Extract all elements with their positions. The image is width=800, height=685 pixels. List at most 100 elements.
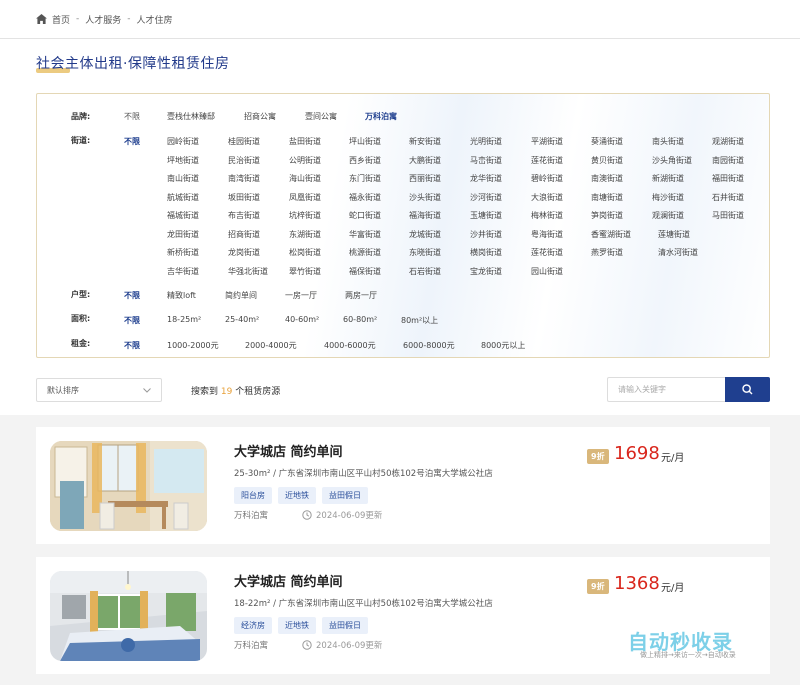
street-option[interactable]: 龙岗街道 — [228, 247, 260, 258]
rent-option[interactable]: 4000-6000元 — [324, 340, 376, 351]
street-option[interactable]: 福城街道 — [167, 210, 199, 221]
street-option[interactable]: 观湖街道 — [712, 136, 744, 147]
area-option[interactable]: 25-40m² — [225, 315, 259, 324]
street-option[interactable]: 蛇口街道 — [349, 210, 381, 221]
street-option[interactable]: 西丽街道 — [409, 173, 441, 184]
street-option[interactable]: 公明街道 — [289, 155, 321, 166]
brand-option-selected[interactable]: 万科泊寓 — [365, 111, 397, 122]
street-option[interactable]: 马田街道 — [712, 210, 744, 221]
room-type-filter-all[interactable]: 不限 — [124, 290, 140, 301]
street-option[interactable]: 黄贝街道 — [591, 155, 623, 166]
search-button[interactable] — [725, 377, 770, 402]
rent-option[interactable]: 8000元以上 — [481, 340, 525, 351]
street-option[interactable]: 沙头街道 — [409, 192, 441, 203]
area-option[interactable]: 80m²以上 — [401, 315, 438, 326]
home-icon[interactable] — [36, 14, 47, 24]
street-option[interactable]: 坂田街道 — [228, 192, 260, 203]
street-option[interactable]: 梅沙街道 — [652, 192, 684, 203]
room-type-option[interactable]: 简约单间 — [225, 290, 257, 301]
street-option[interactable]: 南山街道 — [167, 173, 199, 184]
area-filter-all[interactable]: 不限 — [124, 315, 140, 326]
street-option[interactable]: 龙城街道 — [409, 229, 441, 240]
street-option[interactable]: 新安街道 — [409, 136, 441, 147]
street-option[interactable]: 莲塘街道 — [658, 229, 690, 240]
street-option[interactable]: 福保街道 — [349, 266, 381, 277]
street-option[interactable]: 东晓街道 — [409, 247, 441, 258]
listing-photo[interactable] — [50, 571, 207, 661]
street-option[interactable]: 吉华街道 — [167, 266, 199, 277]
street-option[interactable]: 招商街道 — [228, 229, 260, 240]
street-option[interactable]: 大浪街道 — [531, 192, 563, 203]
street-option[interactable]: 石井街道 — [712, 192, 744, 203]
street-option[interactable]: 大鹏街道 — [409, 155, 441, 166]
street-option[interactable]: 华强北街道 — [228, 266, 268, 277]
street-option[interactable]: 梅林街道 — [531, 210, 563, 221]
brand-option[interactable]: 壹栈仕林臻邸 — [167, 111, 215, 122]
street-option[interactable]: 新桥街道 — [167, 247, 199, 258]
brand-filter-all[interactable]: 不限 — [124, 111, 140, 122]
street-option[interactable]: 清水河街道 — [658, 247, 698, 258]
brand-option[interactable]: 壹间公寓 — [305, 111, 337, 122]
street-option[interactable]: 南澳街道 — [591, 173, 623, 184]
street-option[interactable]: 龙华街道 — [470, 173, 502, 184]
street-option[interactable]: 海山街道 — [289, 173, 321, 184]
street-option[interactable]: 莲花街道 — [531, 155, 563, 166]
street-option[interactable]: 东湖街道 — [289, 229, 321, 240]
street-option[interactable]: 燕罗街道 — [591, 247, 623, 258]
street-option[interactable]: 石岩街道 — [409, 266, 441, 277]
room-type-option[interactable]: 精致loft — [167, 290, 196, 301]
street-option[interactable]: 香蜜湖街道 — [591, 229, 631, 240]
street-option[interactable]: 马峦街道 — [470, 155, 502, 166]
rent-option[interactable]: 6000-8000元 — [403, 340, 455, 351]
listing-photo[interactable] — [50, 441, 207, 531]
street-option[interactable]: 凤凰街道 — [289, 192, 321, 203]
street-option[interactable]: 南头街道 — [652, 136, 684, 147]
street-option[interactable]: 民治街道 — [228, 155, 260, 166]
area-option[interactable]: 60-80m² — [343, 315, 377, 324]
street-option[interactable]: 西乡街道 — [349, 155, 381, 166]
street-option[interactable]: 宝龙街道 — [470, 266, 502, 277]
area-option[interactable]: 40-60m² — [285, 315, 319, 324]
area-option[interactable]: 18-25m² — [167, 315, 201, 324]
street-option[interactable]: 福田街道 — [712, 173, 744, 184]
street-option[interactable]: 布吉街道 — [228, 210, 260, 221]
rent-option[interactable]: 2000-4000元 — [245, 340, 297, 351]
street-option[interactable]: 华富街道 — [349, 229, 381, 240]
street-option[interactable]: 翠竹街道 — [289, 266, 321, 277]
listing-title[interactable]: 大学城店 简约单间 — [234, 571, 343, 590]
street-option[interactable]: 沙头角街道 — [652, 155, 692, 166]
street-option[interactable]: 光明街道 — [470, 136, 502, 147]
street-option[interactable]: 东门街道 — [349, 173, 381, 184]
listing-card[interactable]: 大学城店 简约单间 25-30m² / 广东省深圳市南山区平山村50栋102号泊… — [36, 427, 770, 544]
street-option[interactable]: 桂园街道 — [228, 136, 260, 147]
street-option[interactable]: 碧岭街道 — [531, 173, 563, 184]
street-option[interactable]: 坑梓街道 — [289, 210, 321, 221]
street-option[interactable]: 龙田街道 — [167, 229, 199, 240]
search-input[interactable]: 请输入关键字 — [607, 377, 725, 402]
street-option[interactable]: 南湾街道 — [228, 173, 260, 184]
street-option[interactable]: 福永街道 — [349, 192, 381, 203]
street-option[interactable]: 新湖街道 — [652, 173, 684, 184]
street-option[interactable]: 园山街道 — [531, 266, 563, 277]
street-option[interactable]: 航城街道 — [167, 192, 199, 203]
street-option[interactable]: 观澜街道 — [652, 210, 684, 221]
sort-select[interactable]: 默认排序 — [36, 378, 162, 402]
room-type-option[interactable]: 两房一厅 — [345, 290, 377, 301]
street-option[interactable]: 坪山街道 — [349, 136, 381, 147]
street-option[interactable]: 桃源街道 — [349, 247, 381, 258]
street-option[interactable]: 莲花街道 — [531, 247, 563, 258]
street-option[interactable]: 南园街道 — [712, 155, 744, 166]
street-option[interactable]: 粤海街道 — [531, 229, 563, 240]
room-type-option[interactable]: 一房一厅 — [285, 290, 317, 301]
rent-option[interactable]: 1000-2000元 — [167, 340, 219, 351]
rent-filter-all[interactable]: 不限 — [124, 340, 140, 351]
street-filter-all[interactable]: 不限 — [124, 136, 140, 147]
street-option[interactable]: 横岗街道 — [470, 247, 502, 258]
street-option[interactable]: 玉塘街道 — [470, 210, 502, 221]
listing-title[interactable]: 大学城店 简约单间 — [234, 441, 343, 460]
street-option[interactable]: 松岗街道 — [289, 247, 321, 258]
street-option[interactable]: 沙井街道 — [470, 229, 502, 240]
street-option[interactable]: 平湖街道 — [531, 136, 563, 147]
brand-option[interactable]: 招商公寓 — [244, 111, 276, 122]
street-option[interactable]: 福海街道 — [409, 210, 441, 221]
